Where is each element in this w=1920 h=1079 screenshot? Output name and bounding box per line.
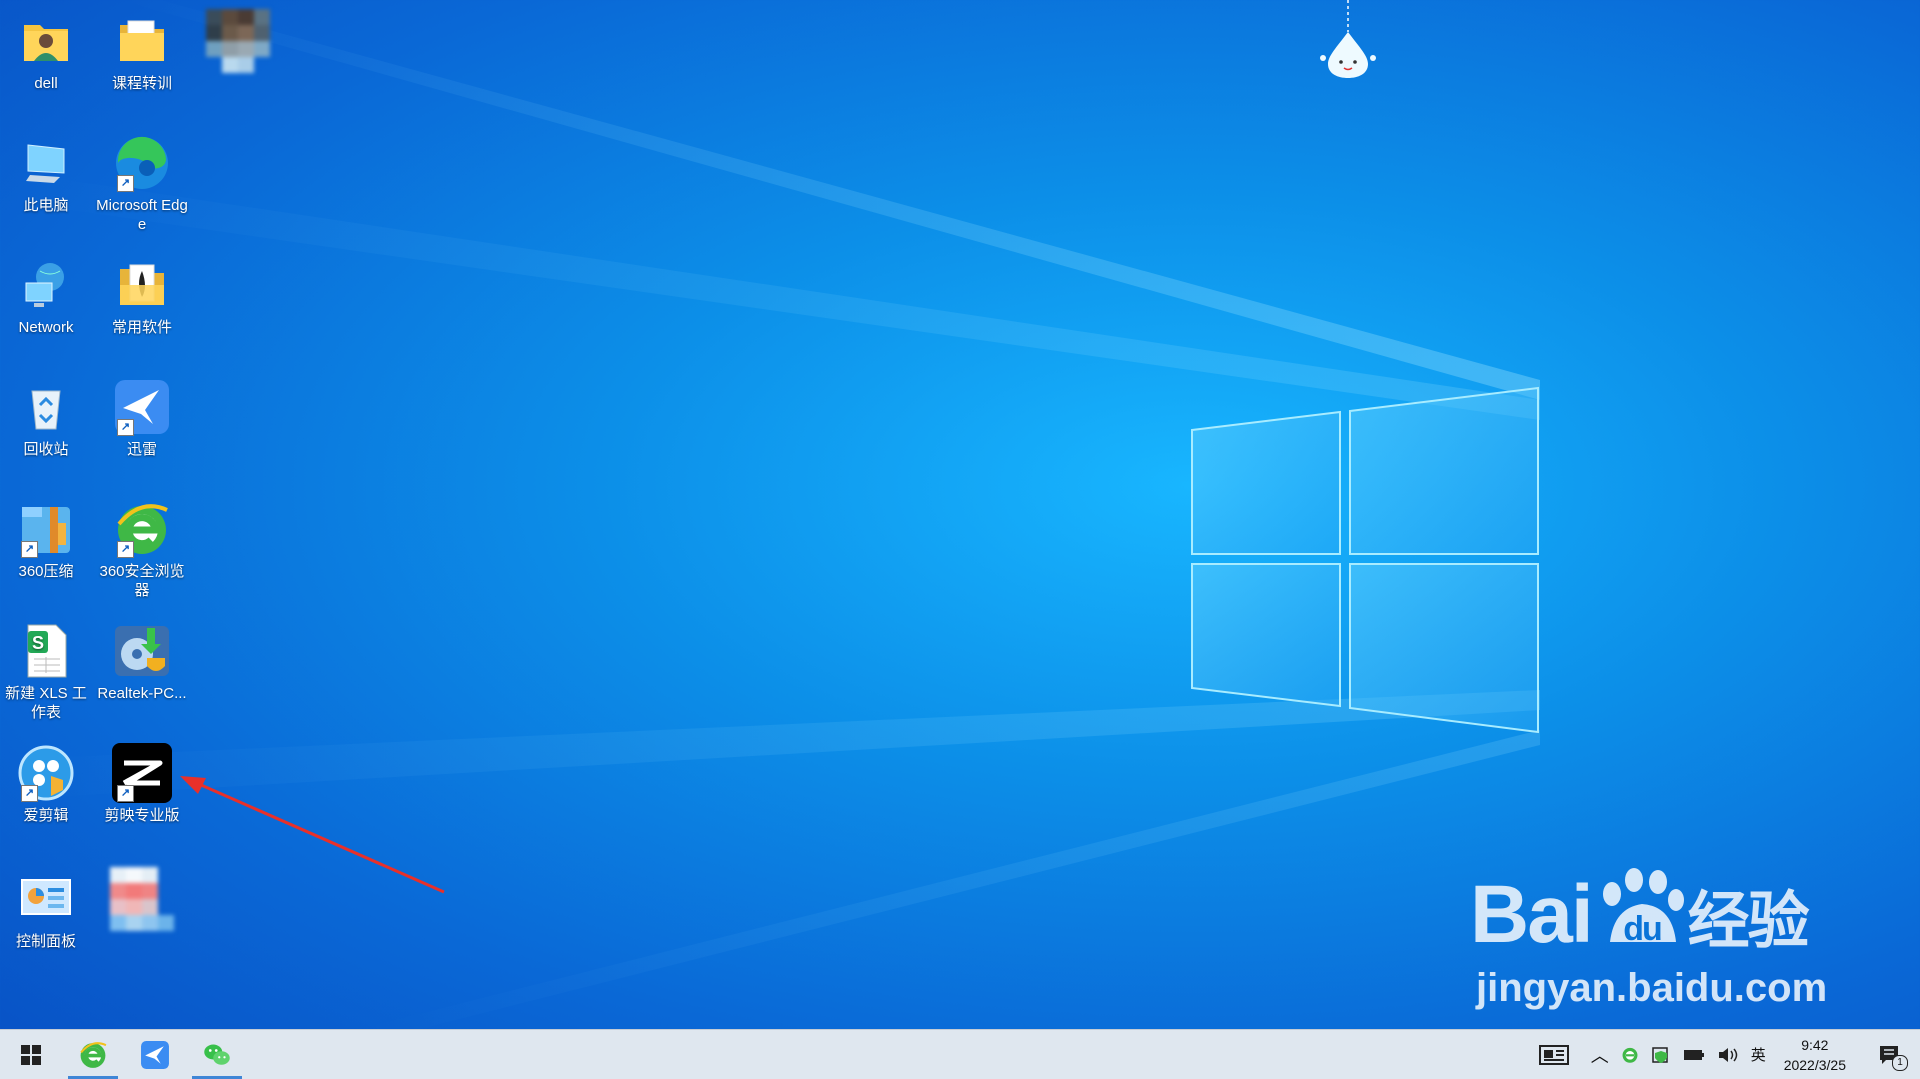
desktop-icon-this-pc[interactable]: 此电脑 [0,132,92,215]
user-folder-icon [15,10,77,72]
shortcut-arrow-icon: ↗ [117,175,134,192]
360browser-icon [80,1041,107,1068]
desktop-icon-blurred-image[interactable] [192,9,284,74]
icon-label: 迅雷 [126,441,157,458]
360zip-icon: ↗ [15,498,77,560]
icon-label: 360安全浏览器 [99,563,185,599]
news-widget-button[interactable] [1533,1030,1575,1079]
xunlei-icon: ↗ [111,376,173,438]
computer-icon [15,132,77,194]
desktop-icon-control-panel[interactable]: 控制面板 [0,868,92,951]
control-panel-icon [15,868,77,930]
baidu-logo: Bai du 经验 [1470,868,1827,963]
input-method-button[interactable]: 英 [1745,1030,1772,1079]
spreadsheet-icon: S [15,620,77,682]
ime-label: 英 [1750,1047,1766,1064]
speaker-icon [1718,1047,1737,1062]
shortcut-arrow-icon: ↗ [21,541,38,558]
desktop-icon-network[interactable]: Network [0,254,92,337]
folder-icon [111,254,173,316]
360browser-icon [1622,1047,1638,1063]
realtek-icon [111,620,173,682]
shortcut-arrow-icon: ↗ [117,419,134,436]
shortcut-arrow-icon: ↗ [117,541,134,558]
show-hidden-icons-button[interactable]: ︿ [1575,1030,1615,1079]
chevron-up-icon: ︿ [1590,1045,1609,1066]
security-shield-icon [1651,1046,1668,1063]
desktop-icon-realtek[interactable]: Realtek-PC... [96,620,188,703]
jingyan-text: 经验 [1687,887,1810,956]
blurred-image-icon [110,867,174,931]
desktop-icon-blurred-file[interactable] [96,867,188,932]
notification-badge: 1 [1892,1055,1908,1071]
action-center-button[interactable]: 1 [1858,1030,1920,1079]
xunlei-icon [141,1040,169,1069]
watermark-url: jingyan.baidu.com [1476,966,1828,1010]
battery-button[interactable] [1677,1030,1711,1079]
icon-label: 360压缩 [18,563,74,580]
tray-security-button[interactable] [1645,1030,1677,1079]
system-tray: ︿ 英 9:42 2022/3/25 1 [1533,1030,1920,1079]
shortcut-arrow-icon: ↗ [21,785,38,802]
desktop-icon-capcut[interactable]: ↗ 剪映专业版 [96,742,188,825]
icon-label: 课程转训 [111,75,172,92]
paw-icon: du [1592,868,1688,948]
clock-date: 2022/3/25 [1783,1056,1846,1073]
volume-button[interactable] [1711,1030,1745,1079]
icon-label: 常用软件 [111,319,172,336]
desktop-icon-xunlei[interactable]: ↗ 迅雷 [96,376,188,459]
start-icon [21,1044,41,1065]
network-icon [15,254,77,316]
svg-text:S: S [32,633,44,653]
icon-label: 控制面板 [15,933,76,950]
folder-icon [111,10,173,72]
wechat-icon [204,1044,230,1065]
icon-label: 新建 XLS 工作表 [5,685,87,721]
desktop-icon-course-folder[interactable]: 课程转训 [96,10,188,93]
blurred-image-icon [206,9,270,73]
icon-label: dell [34,75,58,92]
taskbar-xunlei-button[interactable] [124,1030,186,1079]
clock-time: 9:42 [1801,1036,1829,1053]
desktop-icon-edge[interactable]: ↗ Microsoft Edge [96,132,188,234]
icon-label: Network [18,319,74,336]
icon-label: 此电脑 [23,197,69,214]
icon-label: 爱剪辑 [23,807,69,824]
battery-icon [1683,1049,1704,1060]
taskbar-360browser-button[interactable] [62,1030,124,1079]
icon-label: Microsoft Edge [96,197,188,233]
edge-icon: ↗ [111,132,173,194]
icon-label: 回收站 [23,441,69,458]
start-button[interactable] [0,1030,62,1079]
taskbar-wechat-button[interactable] [186,1030,248,1079]
baidu-jingyan-watermark: Bai du 经验 jingyan.baidu.com [1470,868,1827,1009]
desktop-icon-common-software[interactable]: 常用软件 [96,254,188,337]
capcut-icon: ↗ [111,742,173,804]
desktop-icon-new-xls[interactable]: S 新建 XLS 工作表 [0,620,92,722]
clock-button[interactable]: 9:42 2022/3/25 [1772,1030,1858,1079]
desktop-icon-aijianji[interactable]: ↗ 爱剪辑 [0,742,92,825]
news-icon [1538,1044,1569,1065]
shortcut-arrow-icon: ↗ [117,785,134,802]
360browser-icon: ↗ [111,498,173,560]
taskbar: ︿ 英 9:42 2022/3/25 1 [0,1029,1920,1079]
icon-label: 剪映专业版 [104,807,180,824]
desktop-icon-recycle-bin[interactable]: 回收站 [0,376,92,459]
desktop-icon-360zip[interactable]: ↗ 360压缩 [0,498,92,581]
recycle-bin-icon [15,376,77,438]
tray-360browser-button[interactable] [1615,1030,1645,1079]
desktop-icon-dell[interactable]: dell [0,10,92,93]
desktop-icon-360browser[interactable]: ↗ 360安全浏览器 [96,498,188,600]
icon-label: Realtek-PC... [97,685,187,702]
svg-text:du: du [1623,910,1661,948]
aijianji-icon: ↗ [15,742,77,804]
baidu-brand-text: Bai [1470,869,1594,960]
